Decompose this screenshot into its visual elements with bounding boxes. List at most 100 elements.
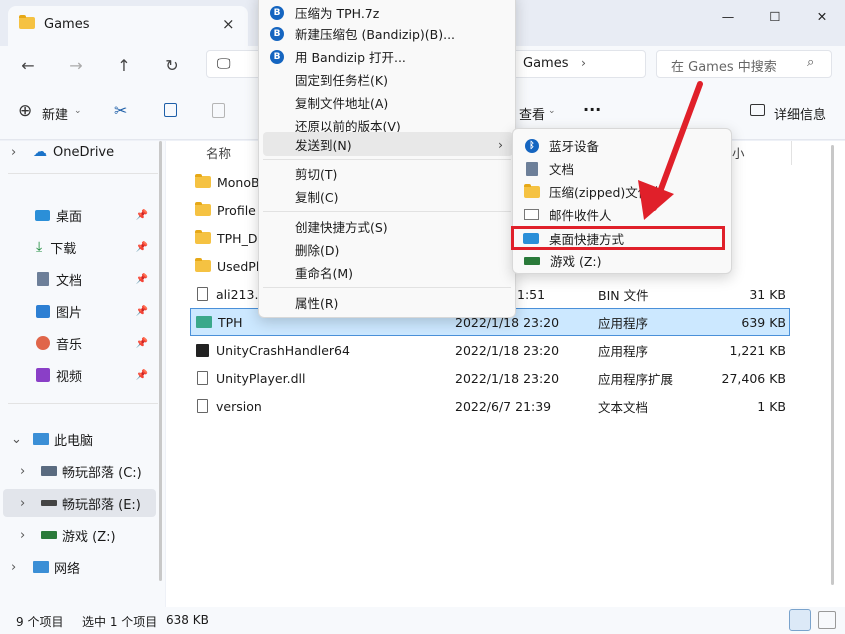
menu-item-properties[interactable]: 属性(R) bbox=[259, 291, 515, 314]
pin-icon[interactable]: 📌 bbox=[136, 306, 148, 317]
sidebar-item-downloads[interactable]: ⤓ 下载 📌 bbox=[0, 233, 160, 261]
close-window-button[interactable]: ✕ bbox=[799, 0, 845, 32]
menu-item-new-archive[interactable]: B 新建压缩包 (Bandizip)(B)... bbox=[259, 22, 515, 45]
tab-title: Games bbox=[44, 17, 90, 32]
red-arrow-annotation bbox=[638, 81, 703, 220]
details-pane-icon[interactable] bbox=[750, 104, 765, 116]
menu-item-create-shortcut[interactable]: 创建快捷方式(S) bbox=[259, 215, 515, 238]
file-name: Profile bbox=[217, 202, 256, 218]
sidebar-item-onedrive[interactable]: › ☁ OneDrive bbox=[0, 138, 160, 166]
refresh-icon[interactable]: ↻ bbox=[159, 52, 185, 78]
file-size: 31 KB bbox=[749, 286, 786, 302]
submenu-chevron-icon: › bbox=[498, 136, 503, 152]
more-button[interactable]: ··· bbox=[583, 100, 601, 119]
file-name: UnityCrashHandler64 bbox=[216, 342, 350, 358]
sidebar-scrollbar[interactable] bbox=[159, 141, 162, 581]
bandizip-icon: B bbox=[270, 49, 284, 64]
sidebar-item-label: 游戏 (Z:) bbox=[62, 529, 116, 545]
table-row[interactable]: version 2022/6/7 21:39 文本文档 1 KB bbox=[190, 392, 790, 420]
menu-item-cut[interactable]: 剪切(T) bbox=[259, 162, 515, 185]
details-view-icon[interactable] bbox=[789, 609, 811, 631]
folder-icon bbox=[195, 258, 211, 272]
menu-item-copy[interactable]: 复制(C) bbox=[259, 185, 515, 208]
sidebar-item-drive-z[interactable]: › 游戏 (Z:) bbox=[0, 521, 160, 549]
sidebar: › ☁ OneDrive 桌面 📌 ⤓ 下载 📌 文档 📌 图片 📌 音乐 📌 … bbox=[0, 141, 165, 607]
file-name: version bbox=[216, 398, 262, 414]
minimize-button[interactable]: — bbox=[705, 0, 751, 32]
menu-item-open-bandizip[interactable]: B 用 Bandizip 打开... bbox=[259, 45, 515, 68]
sidebar-item-pictures[interactable]: 图片 📌 bbox=[0, 297, 160, 325]
column-header-name[interactable]: 名称 bbox=[206, 143, 231, 162]
menu-item-rename[interactable]: 重命名(M) bbox=[259, 261, 515, 284]
network-drive-icon bbox=[524, 256, 540, 265]
sidebar-item-desktop[interactable]: 桌面 📌 bbox=[0, 201, 160, 229]
menu-item-label: 复制文件地址(A) bbox=[295, 96, 389, 111]
copy-icon[interactable] bbox=[164, 103, 177, 117]
menu-item-send-to[interactable]: 发送到(N) › bbox=[263, 132, 513, 156]
up-arrow-icon[interactable]: ↑ bbox=[111, 52, 137, 78]
sidebar-item-label: 畅玩部落 (C:) bbox=[62, 465, 142, 481]
menu-separator bbox=[263, 287, 511, 288]
menu-item-pin-taskbar[interactable]: 固定到任务栏(K) bbox=[259, 68, 515, 91]
maximize-button[interactable]: ☐ bbox=[752, 0, 798, 32]
file-name: UnityPlayer.dll bbox=[216, 370, 306, 386]
table-row[interactable]: UnityCrashHandler64 2022/1/18 23:20 应用程序… bbox=[190, 336, 790, 364]
arrow-head bbox=[638, 180, 674, 220]
pin-icon[interactable]: 📌 bbox=[136, 210, 148, 221]
expand-chevron-icon[interactable]: › bbox=[11, 145, 25, 160]
menu-item-label: 属性(R) bbox=[295, 296, 339, 311]
menu-item-label: 发送到(N) bbox=[295, 137, 352, 153]
new-button[interactable]: 新建 bbox=[42, 104, 68, 123]
new-plus-icon[interactable]: ⊕ bbox=[18, 101, 32, 121]
submenu-item-label: 桌面快捷方式 bbox=[549, 231, 625, 247]
expand-chevron-icon[interactable]: › bbox=[20, 496, 34, 511]
sidebar-item-videos[interactable]: 视频 📌 bbox=[0, 361, 160, 389]
sidebar-item-documents[interactable]: 文档 📌 bbox=[0, 265, 160, 293]
chevron-down-icon[interactable]: ⌄ bbox=[74, 106, 82, 116]
pin-icon[interactable]: 📌 bbox=[136, 338, 148, 349]
tiles-view-icon[interactable] bbox=[818, 611, 836, 629]
pin-icon[interactable]: 📌 bbox=[136, 370, 148, 381]
view-button[interactable]: 查看 bbox=[519, 104, 545, 123]
column-header-size[interactable]: 小 bbox=[732, 143, 745, 162]
file-size: 27,406 KB bbox=[721, 370, 786, 386]
menu-item-compress-7z[interactable]: B 压缩为 TPH.7z bbox=[259, 1, 515, 24]
picture-icon bbox=[36, 304, 50, 318]
submenu-item-label: 蓝牙设备 bbox=[549, 139, 600, 154]
breadcrumb-games[interactable]: Games bbox=[523, 56, 568, 71]
mail-icon bbox=[524, 209, 539, 220]
collapse-chevron-icon[interactable]: ⌄ bbox=[11, 432, 25, 447]
forward-arrow-icon[interactable]: → bbox=[63, 52, 89, 78]
sidebar-item-music[interactable]: 音乐 📌 bbox=[0, 329, 160, 357]
back-arrow-icon[interactable]: ← bbox=[15, 52, 41, 78]
pin-icon[interactable]: 📌 bbox=[136, 274, 148, 285]
sidebar-item-this-pc[interactable]: ⌄ 此电脑 bbox=[0, 425, 160, 453]
download-icon: ⤓ bbox=[36, 239, 43, 255]
expand-chevron-icon[interactable]: › bbox=[20, 464, 34, 479]
paste-icon[interactable] bbox=[212, 103, 225, 118]
cut-icon[interactable]: ✂ bbox=[114, 101, 127, 120]
expand-chevron-icon[interactable]: › bbox=[11, 560, 25, 575]
menu-item-delete[interactable]: 删除(D) bbox=[259, 238, 515, 261]
sidebar-item-drive-c[interactable]: › 畅玩部落 (C:) bbox=[0, 457, 160, 485]
sidebar-item-network[interactable]: › 网络 bbox=[0, 553, 160, 581]
details-button[interactable]: 详细信息 bbox=[774, 104, 826, 123]
main-scrollbar[interactable] bbox=[831, 145, 834, 585]
menu-separator bbox=[263, 211, 511, 212]
breadcrumb-chevron-icon[interactable]: › bbox=[581, 55, 586, 70]
table-row[interactable]: UnityPlayer.dll 2022/1/18 23:20 应用程序扩展 2… bbox=[190, 364, 790, 392]
tab-games[interactable]: Games × bbox=[8, 6, 248, 46]
computer-icon bbox=[33, 433, 49, 445]
expand-chevron-icon[interactable]: › bbox=[20, 528, 34, 543]
view-chevron-icon[interactable]: ⌄ bbox=[548, 106, 556, 116]
submenu-item-drive-z[interactable]: 游戏 (Z:) bbox=[513, 249, 731, 272]
sidebar-item-drive-e[interactable]: › 畅玩部落 (E:) bbox=[3, 489, 156, 517]
submenu-item-label: 游戏 (Z:) bbox=[550, 254, 602, 269]
close-tab-icon[interactable]: × bbox=[222, 15, 235, 33]
music-icon bbox=[36, 336, 50, 350]
zip-folder-icon bbox=[524, 183, 540, 198]
video-icon bbox=[36, 368, 50, 382]
bandizip-icon: B bbox=[270, 26, 284, 41]
pin-icon[interactable]: 📌 bbox=[136, 242, 148, 253]
menu-item-copy-path[interactable]: 复制文件地址(A) bbox=[259, 91, 515, 114]
